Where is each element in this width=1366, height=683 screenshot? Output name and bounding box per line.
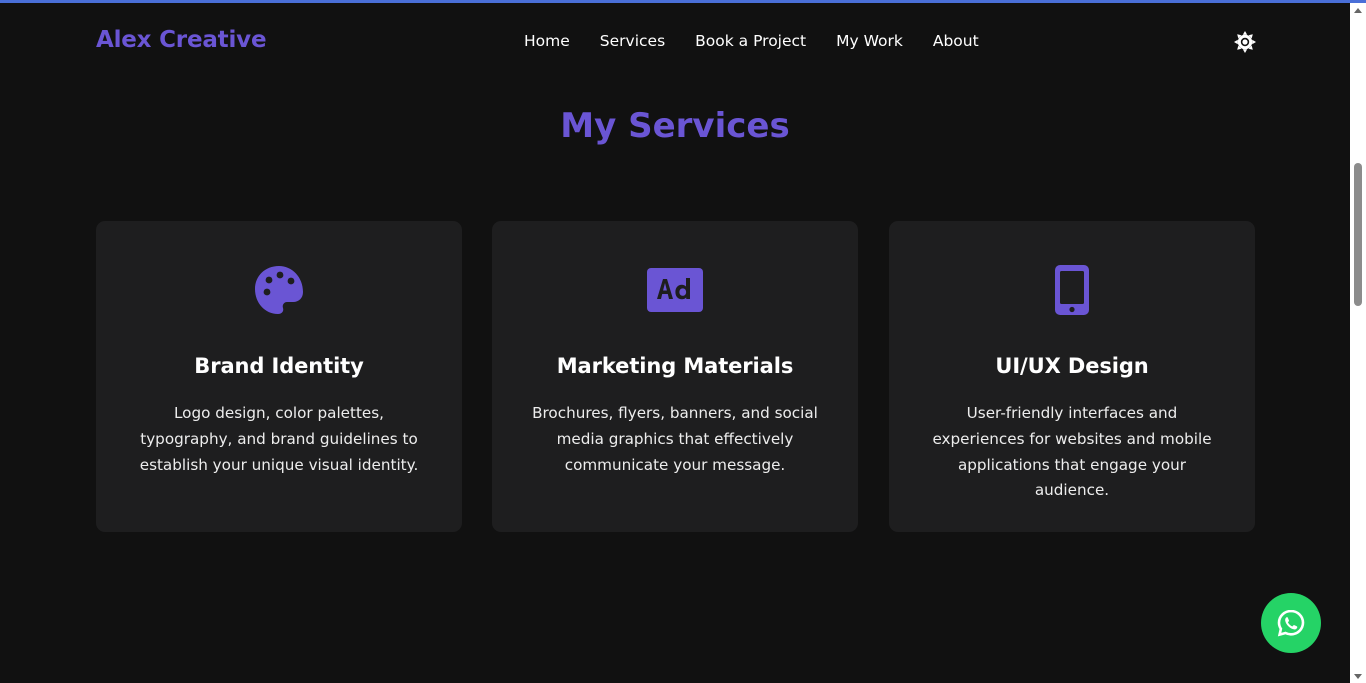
section-title: My Services: [560, 106, 790, 146]
nav-link-about[interactable]: About: [933, 32, 979, 50]
card-description: User-friendly interfaces and experiences…: [932, 404, 1212, 500]
nav-link-home[interactable]: Home: [524, 32, 570, 50]
scrollbar-thumb[interactable]: [1354, 163, 1362, 306]
mobile-phone-icon: [1055, 265, 1089, 315]
brand-logo[interactable]: Alex Creative: [96, 27, 267, 53]
card-description: Logo design, color palettes, typography,…: [139, 404, 419, 474]
card-description: Brochures, flyers, banners, and social m…: [532, 404, 818, 474]
palette-icon: [255, 266, 303, 314]
sun-icon: [1234, 31, 1256, 53]
card-title: Marketing Materials: [556, 354, 794, 378]
card-title: Brand Identity: [194, 354, 364, 378]
whatsapp-icon: [1277, 609, 1305, 637]
scroll-up-arrow-icon[interactable]: [1354, 8, 1362, 13]
nav-link-services[interactable]: Services: [600, 32, 665, 50]
card-title: UI/UX Design: [995, 354, 1149, 378]
service-card-brand-identity: Brand Identity Logo design, color palett…: [96, 221, 462, 532]
theme-toggle-button[interactable]: [1233, 30, 1257, 54]
ad-icon: [647, 268, 703, 312]
service-card-marketing-materials: Marketing Materials Brochures, flyers, b…: [492, 221, 858, 532]
whatsapp-button[interactable]: [1261, 593, 1321, 653]
nav-link-book-a-project[interactable]: Book a Project: [695, 32, 806, 50]
scroll-down-arrow-icon[interactable]: [1354, 674, 1362, 679]
vertical-scrollbar[interactable]: [1350, 3, 1366, 683]
main-nav: Home Services Book a Project My Work Abo…: [524, 32, 979, 50]
nav-link-my-work[interactable]: My Work: [836, 32, 903, 50]
navbar: Alex Creative Home Services Book a Proje…: [0, 3, 1350, 83]
service-card-ui-ux-design: UI/UX Design User-friendly interfaces an…: [889, 221, 1255, 532]
